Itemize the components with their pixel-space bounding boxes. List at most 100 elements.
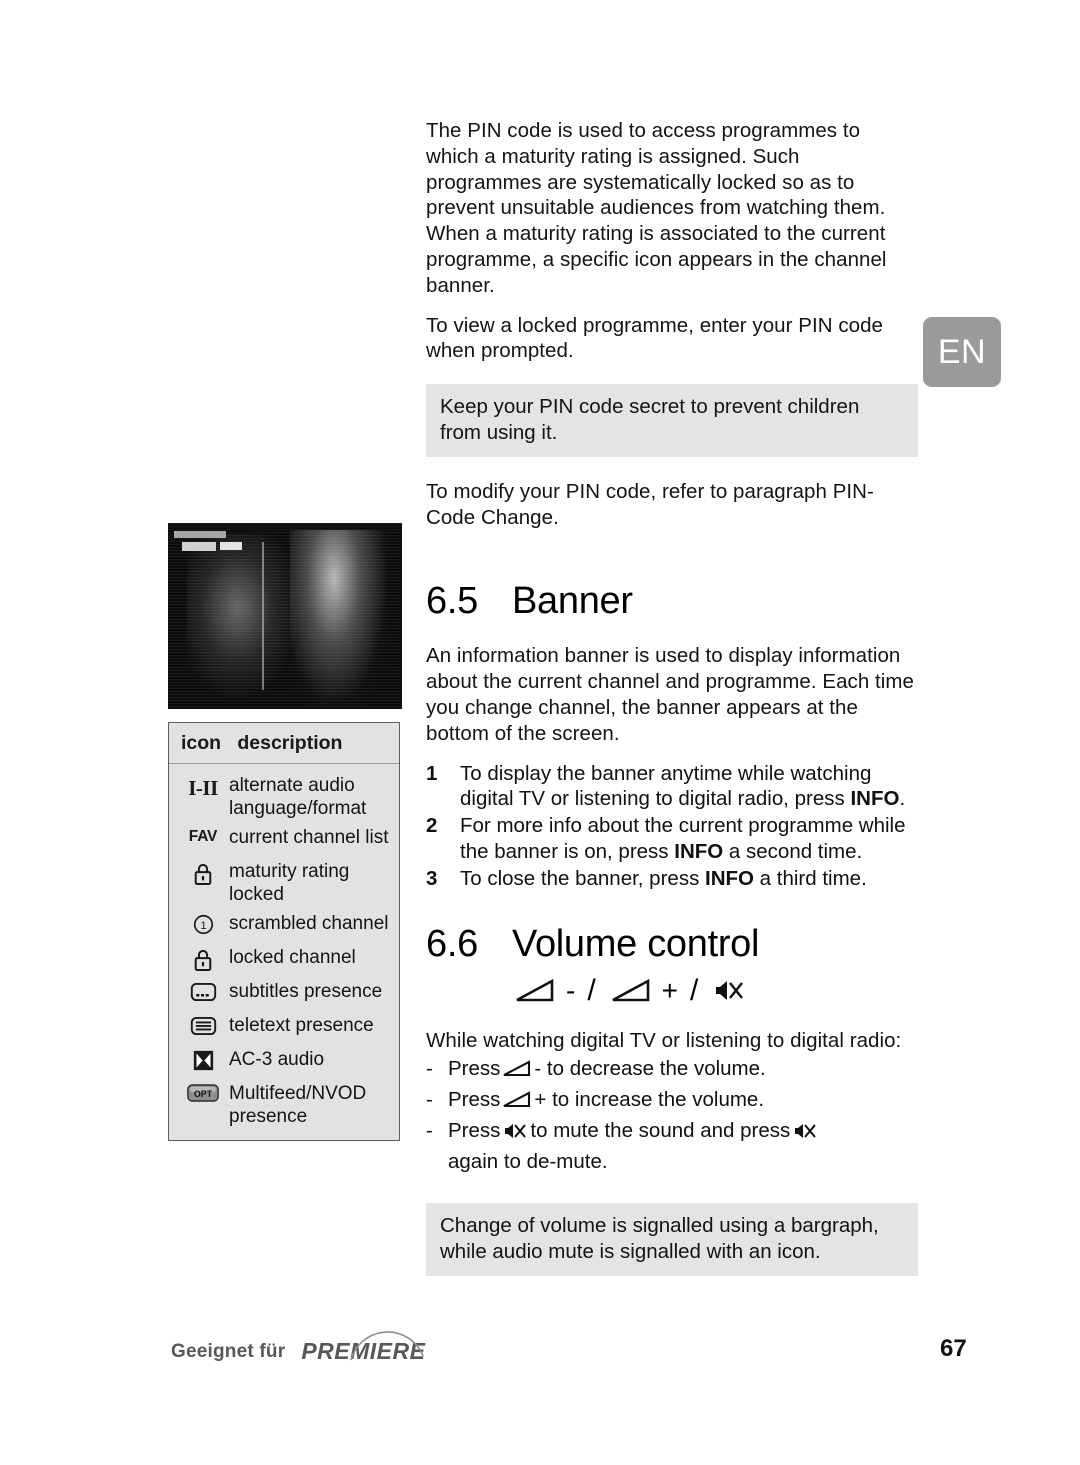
table-cell-description: scrambled channel <box>229 913 389 934</box>
fav-icon-label: FAV <box>188 828 218 845</box>
opt-icon: OPT <box>179 1082 227 1102</box>
bullet-text-before: Press <box>448 1057 501 1081</box>
list-item: 1 To display the banner anytime while wa… <box>426 761 918 813</box>
page-number: 67 <box>940 1335 967 1362</box>
bullet-dash: - <box>426 1057 433 1081</box>
note-box-pin-secret: Keep your PIN code secret to prevent chi… <box>426 384 918 457</box>
volume-plus-label: + <box>661 974 679 1006</box>
section-title-banner: Banner <box>512 580 633 623</box>
volume-wedge-icon <box>514 978 556 1004</box>
premiere-logo: Geeignet für PREMIERE <box>171 1331 437 1365</box>
list-item: - Press to mute the sound and press agai… <box>426 1115 918 1177</box>
volume-minus-label: - <box>566 974 576 1006</box>
table-cell-description: teletext presence <box>229 1015 374 1036</box>
intro-paragraph-3: To modify your PIN code, refer to paragr… <box>426 479 874 529</box>
svg-text:1: 1 <box>200 920 206 932</box>
volume-intro-paragraph: While watching digital TV or listening t… <box>426 1028 902 1052</box>
volume-wedge-icon <box>610 978 652 1004</box>
padlock-icon <box>179 860 227 886</box>
bullet-text: Press to mute the sound and press again … <box>448 1115 918 1177</box>
tv-screenshot-photo <box>168 523 402 709</box>
banner-intro-paragraph: An information banner is used to display… <box>426 644 914 745</box>
step-text: For more info about the current programm… <box>460 813 918 865</box>
table-row: 1 scrambled channel <box>169 909 399 943</box>
list-item: 2 For more info about the current progra… <box>426 813 918 865</box>
table-cell-description: subtitles presence <box>229 981 383 1002</box>
table-cell-description: locked channel <box>229 947 356 968</box>
step-text: To display the banner anytime while watc… <box>460 761 918 813</box>
key-label-info: INFO <box>705 866 754 890</box>
icon-description-table: icon description I-II alternate audio la… <box>168 722 400 1141</box>
step-number: 1 <box>426 761 438 785</box>
table-header-row: icon description <box>169 723 399 764</box>
table-row: teletext presence <box>169 1011 399 1045</box>
subtitles-icon <box>179 980 227 1002</box>
step-number: 2 <box>426 814 438 838</box>
table-row: FAV current channel list <box>169 823 399 857</box>
main-text-column: The PIN code is used to access programme… <box>426 118 918 1298</box>
section-number-volume: 6.6 <box>426 922 478 965</box>
mute-speaker-icon <box>713 976 745 1005</box>
step-text-after: . <box>899 787 906 811</box>
scrambled-channel-icon: 1 <box>179 912 227 935</box>
bullet-text: Press + to increase the volume. <box>448 1084 918 1115</box>
key-label-info: INFO <box>850 787 900 811</box>
mute-speaker-icon <box>503 1120 527 1142</box>
language-tab-label: EN <box>937 332 987 371</box>
table-row: maturity rating locked <box>169 857 399 909</box>
ac3-audio-icon <box>179 1048 227 1071</box>
bullet-text-after: again to de-mute. <box>448 1150 608 1174</box>
intro-paragraph-2: To view a locked programme, enter your P… <box>426 313 883 363</box>
key-label-info: INFO <box>674 839 724 863</box>
table-cell-description: Multifeed/NVOD presence <box>229 1083 367 1127</box>
svg-text:OPT: OPT <box>194 1089 213 1099</box>
section-heading-volume-control: 6.6 Volume control <box>426 923 918 966</box>
padlock-icon <box>179 946 227 972</box>
logo-arc-icon <box>350 1331 425 1361</box>
alternate-audio-icon-label: I-II <box>188 776 218 800</box>
symbol-separator: / <box>587 973 596 1007</box>
bullet-dash: - <box>426 1088 433 1112</box>
fav-icon: FAV <box>179 826 227 846</box>
table-body: I-II alternate audio language/format FAV… <box>169 764 399 1140</box>
bullet-dash: - <box>426 1119 433 1143</box>
logo-brand-wrap: PREMIERE <box>301 1331 437 1365</box>
table-row: I-II alternate audio language/format <box>169 771 399 823</box>
bullet-text-mid: to mute the sound and press <box>530 1119 791 1143</box>
list-item: - Press + to increase the volume. <box>426 1084 918 1115</box>
language-tab: EN <box>923 317 1001 387</box>
bullet-text-mid: + to increase the volume. <box>534 1088 765 1112</box>
table-cell-description: current channel list <box>229 827 389 848</box>
step-text-after: a second time. <box>723 839 863 863</box>
volume-symbol-line: - / + / <box>512 974 918 1008</box>
bullet-text-before: Press <box>448 1119 501 1143</box>
banner-steps-list: 1 To display the banner anytime while wa… <box>426 761 918 892</box>
table-cell-description: AC-3 audio <box>229 1049 325 1070</box>
mute-speaker-icon <box>793 1120 817 1142</box>
table-header-icon: icon <box>181 732 222 754</box>
logo-prefix-label: Geeignet für <box>171 1340 286 1362</box>
step-text-after: a third time. <box>753 866 867 890</box>
list-item: 3 To close the banner, press INFO a thir… <box>426 866 918 892</box>
table-row: AC-3 audio <box>169 1045 399 1079</box>
bullet-text-before: Press <box>448 1088 501 1112</box>
section-number-banner: 6.5 <box>426 580 478 623</box>
bullet-text: Press - to decrease the volume. <box>448 1053 918 1084</box>
volume-wedge-icon <box>502 1090 532 1109</box>
step-number: 3 <box>426 866 438 890</box>
table-row: locked channel <box>169 943 399 977</box>
symbol-separator: / <box>690 973 699 1007</box>
volume-bullet-list: - Press - to decrease the volume. - Pres… <box>426 1053 918 1177</box>
table-cell-description: alternate audio language/format <box>229 775 367 819</box>
bullet-text-mid: - to decrease the volume. <box>534 1057 766 1081</box>
step-text-before: To close the banner, press <box>460 866 706 890</box>
step-text-before: To display the banner anytime while watc… <box>460 761 872 811</box>
table-row: subtitles presence <box>169 977 399 1011</box>
volume-wedge-icon <box>502 1059 532 1078</box>
note-box-volume-bargraph: Change of volume is signalled using a ba… <box>426 1203 918 1276</box>
intro-paragraph-1: The PIN code is used to access programme… <box>426 119 887 297</box>
section-heading-banner: 6.5 Banner <box>426 580 918 623</box>
photo-scanlines <box>168 523 402 709</box>
list-item: - Press - to decrease the volume. <box>426 1053 918 1084</box>
table-header-description: description <box>237 732 343 754</box>
